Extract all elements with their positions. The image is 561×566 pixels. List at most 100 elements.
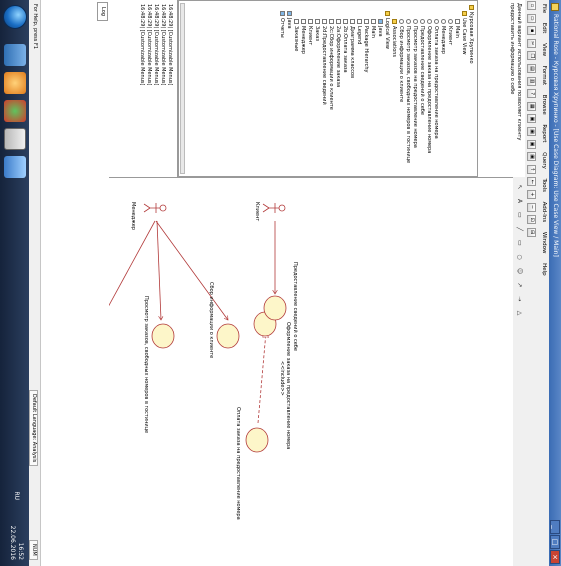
window-title-bar[interactable]: Rational Rose - Курсовая Хрупинко - [Use… bbox=[549, 0, 561, 566]
tree-item[interactable]: Logical View bbox=[384, 11, 390, 49]
association-manager-view[interactable] bbox=[156, 220, 161, 320]
tree-horizontal-scrollbar[interactable] bbox=[180, 3, 185, 174]
zoom-in-icon[interactable]: + bbox=[527, 189, 536, 199]
actor-client[interactable] bbox=[262, 203, 286, 213]
tree-item[interactable]: Клиент bbox=[307, 19, 313, 45]
class-icon bbox=[315, 19, 320, 24]
use-case-diagram-canvas[interactable]: <<include>> Менеджер Клиент Сбор информа… bbox=[109, 177, 513, 566]
selection-arrow-icon[interactable]: ↖ bbox=[515, 183, 523, 191]
view-doc-icon[interactable]: ▦ bbox=[527, 101, 536, 111]
menu-view[interactable]: View bbox=[539, 39, 549, 60]
tree-item[interactable]: Main bbox=[370, 19, 376, 38]
print-icon[interactable]: ▥ bbox=[527, 76, 536, 86]
cut-icon[interactable]: ✂ bbox=[527, 38, 536, 48]
tree-item[interactable]: Менеджер bbox=[300, 19, 306, 54]
use-case-provide-info[interactable] bbox=[263, 295, 287, 321]
new-file-icon[interactable]: ▫ bbox=[527, 1, 536, 10]
tree-item[interactable]: Диаграмма классов bbox=[349, 19, 355, 78]
tree-item[interactable]: Заказ bbox=[314, 19, 320, 41]
actor-manager-label: Менеджер bbox=[130, 202, 136, 230]
documentation-pane[interactable]: Данный вариант использования позволяет к… bbox=[477, 0, 525, 177]
browse-interaction-icon[interactable]: ▣ bbox=[527, 126, 536, 136]
tree-item[interactable]: Клиент bbox=[447, 19, 453, 45]
actor-manager[interactable] bbox=[143, 203, 167, 213]
menu-add-ins[interactable]: Add-Ins bbox=[539, 198, 549, 227]
tree-item[interactable]: Отчеты bbox=[279, 11, 285, 38]
browse-parent-icon[interactable]: ↑ bbox=[527, 164, 536, 174]
clock-date[interactable]: 22.06.2016 bbox=[8, 526, 16, 560]
menu-file[interactable]: File bbox=[539, 0, 549, 17]
tree-item[interactable]: Main bbox=[454, 19, 460, 38]
package-tool-icon[interactable]: ▭ bbox=[515, 239, 523, 247]
tree-item[interactable]: Просмотр заказов на предоставление номер… bbox=[412, 19, 418, 148]
clock-time[interactable]: 16:52 bbox=[16, 526, 24, 560]
zoom-out-icon[interactable]: − bbox=[527, 202, 536, 212]
menu-help[interactable]: Help bbox=[539, 259, 549, 280]
menu-edit[interactable]: Edit bbox=[539, 19, 549, 38]
use-case-view-orders[interactable] bbox=[151, 323, 175, 349]
help-icon[interactable]: ? bbox=[527, 89, 536, 99]
tree-item[interactable]: Use Case View bbox=[461, 11, 467, 55]
browse-class-icon[interactable]: ▣ bbox=[527, 114, 536, 124]
windows-taskbar: RU 16:52 22.06.2016 bbox=[0, 0, 29, 566]
tree-item[interactable]: 2c:Сбор информации о клиенте bbox=[328, 19, 334, 110]
anchor-note-icon[interactable]: ╱ bbox=[515, 225, 523, 233]
tree-item[interactable]: Оплата заказа на предоставление номера bbox=[433, 19, 439, 139]
minimize-button[interactable]: _ bbox=[550, 520, 560, 534]
tree-item[interactable]: 2a:Оформление заказа bbox=[335, 19, 341, 87]
log-tab[interactable]: Log bbox=[97, 2, 108, 21]
dependency-tool-icon[interactable]: ⇢ bbox=[515, 295, 523, 303]
generalization-tool-icon[interactable]: △ bbox=[515, 309, 523, 317]
copy-icon[interactable]: ❐ bbox=[527, 51, 536, 61]
browse-component-icon[interactable]: ▣ bbox=[527, 139, 536, 149]
chrome-icon[interactable] bbox=[4, 100, 26, 122]
text-box-icon[interactable]: A bbox=[515, 197, 523, 205]
tree-item[interactable]: Менеджер bbox=[440, 19, 446, 54]
tree-item[interactable]: Associations bbox=[391, 19, 397, 57]
open-folder-icon[interactable]: ▭ bbox=[527, 13, 536, 23]
association-manager-info[interactable] bbox=[155, 220, 228, 320]
word-document-icon[interactable] bbox=[4, 156, 26, 178]
status-bar: For Help, press F1 Default Language: Ana… bbox=[28, 0, 41, 566]
tree-item[interactable]: 2b:Оплата заказа bbox=[342, 19, 348, 73]
menu-browse[interactable]: Browse bbox=[539, 91, 549, 119]
tree-item[interactable]: Просмотр заказов, свободных номеров в го… bbox=[405, 19, 411, 163]
tree-item[interactable]: 2d:Предоставление сведений bbox=[321, 19, 327, 105]
maximize-button[interactable]: □ bbox=[550, 535, 560, 549]
tree-item[interactable]: Java bbox=[377, 19, 383, 37]
browse-previous-icon[interactable]: ← bbox=[527, 177, 536, 187]
tree-item[interactable]: Legend bbox=[356, 19, 362, 44]
association-tool-icon[interactable]: ↗ bbox=[515, 281, 523, 289]
close-button[interactable]: × bbox=[550, 550, 560, 564]
start-button-icon[interactable] bbox=[3, 5, 27, 29]
browse-deployment-icon[interactable]: ▣ bbox=[527, 152, 536, 162]
tree-item[interactable]: Сбор информации о клиенте bbox=[398, 19, 404, 102]
tree-item[interactable]: Package Hierarchy bbox=[363, 19, 369, 72]
actor-tool-icon[interactable]: ☺ bbox=[515, 267, 523, 275]
tree-item[interactable]: Заказные bbox=[293, 19, 299, 51]
tree-item[interactable]: Оформление заказа на предоставление номе… bbox=[426, 19, 432, 153]
tree-item[interactable]: Курсовая Хрупинко bbox=[468, 5, 474, 64]
paste-icon[interactable]: ▤ bbox=[527, 63, 536, 73]
menu-query[interactable]: Query bbox=[539, 148, 549, 173]
use-case-tool-icon[interactable]: ○ bbox=[515, 253, 523, 261]
media-player-icon[interactable] bbox=[4, 72, 26, 94]
use-case-icon bbox=[427, 19, 432, 24]
rational-rose-taskbar-icon[interactable] bbox=[4, 128, 26, 150]
fit-in-window-icon[interactable]: ⊡ bbox=[527, 215, 536, 225]
log-pane: 16:48:29| [Customizable Menus] 16:48:29|… bbox=[113, 0, 178, 177]
tree-item[interactable]: Предоставление сведений о себе bbox=[419, 19, 425, 115]
file-explorer-icon[interactable] bbox=[4, 44, 26, 66]
menu-tools[interactable]: Tools bbox=[539, 174, 549, 196]
undo-fit-icon[interactable]: ⊟ bbox=[527, 227, 536, 237]
menu-report[interactable]: Report bbox=[539, 120, 549, 146]
menu-window[interactable]: Window bbox=[539, 228, 549, 258]
menu-format[interactable]: Format bbox=[539, 62, 549, 89]
use-case-pay-order[interactable] bbox=[245, 427, 269, 453]
include-relation[interactable]: <<include>> bbox=[257, 332, 285, 424]
note-icon[interactable]: ▭ bbox=[515, 211, 523, 219]
save-icon[interactable]: ▪ bbox=[527, 26, 536, 36]
tree-item[interactable]: Java bbox=[286, 11, 292, 29]
language-indicator[interactable]: RU bbox=[12, 491, 20, 500]
use-case-collect-info[interactable] bbox=[216, 323, 240, 349]
